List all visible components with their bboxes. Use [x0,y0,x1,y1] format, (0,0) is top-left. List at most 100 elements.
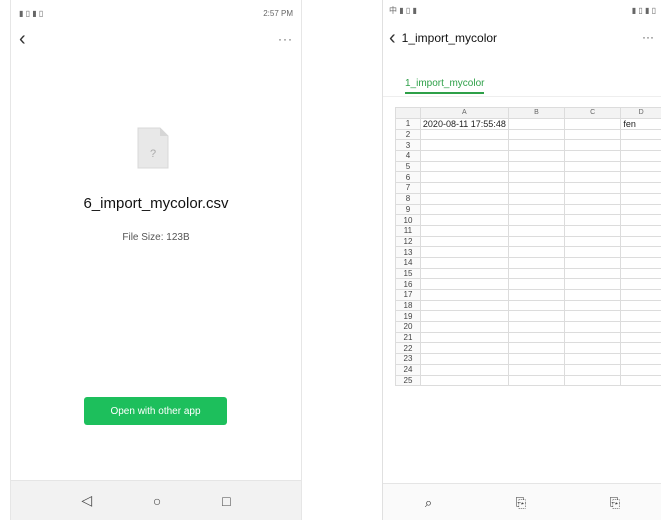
cell-a[interactable] [419,128,509,141]
cell-d[interactable] [620,139,661,152]
cell-c[interactable] [564,214,622,226]
cell-a[interactable] [419,224,509,237]
cell-d[interactable] [620,235,661,248]
row-number-cell[interactable]: 9 [395,203,421,216]
cell-a[interactable] [419,363,509,376]
cell-a[interactable] [419,203,509,216]
cell-a[interactable] [419,235,509,248]
row-number-cell[interactable]: 5 [395,160,421,173]
cell-d[interactable] [620,363,661,376]
cell-a[interactable] [419,267,509,280]
column-header-b[interactable]: B [507,107,566,119]
cell-d[interactable] [620,224,661,237]
cell-d[interactable] [620,374,661,387]
cell-c[interactable] [564,139,622,152]
cell-c[interactable] [564,289,622,301]
cell-c[interactable] [564,278,622,290]
cell-b[interactable] [507,150,566,162]
cell-b[interactable] [507,289,566,301]
row-number-cell[interactable]: 13 [395,246,421,258]
nav-home-icon[interactable]: ○ [153,493,161,509]
cell-b[interactable] [507,299,566,312]
cell-d[interactable] [620,278,661,290]
cell-b[interactable] [507,321,566,333]
cell-d[interactable] [620,267,661,280]
cell-a[interactable] [419,289,509,301]
corner-cell[interactable] [395,107,421,119]
row-number-cell[interactable]: 1 [395,117,421,130]
row-number-cell[interactable]: 11 [395,224,421,237]
cell-d[interactable] [620,214,661,226]
nav-recent-icon[interactable]: □ [222,493,230,509]
cell-a[interactable] [419,192,509,205]
cell-c[interactable] [564,321,622,333]
cell-c[interactable] [564,267,622,280]
cell-c[interactable] [564,171,622,184]
row-number-cell[interactable]: 23 [395,353,421,365]
cell-d[interactable] [620,353,661,365]
cell-b[interactable] [507,160,566,173]
row-number-cell[interactable]: 24 [395,363,421,376]
cell-a[interactable] [419,139,509,152]
cell-d[interactable] [620,299,661,312]
cell-d[interactable] [620,246,661,258]
nav-back-icon[interactable]: ◁ [81,492,92,509]
column-header-c[interactable]: C [564,107,622,119]
cell-a[interactable] [419,310,509,323]
cell-d[interactable] [620,182,661,194]
cell-c[interactable] [564,299,622,312]
cell-d[interactable] [620,289,661,301]
cell-d[interactable] [620,203,661,216]
cell-c[interactable] [564,310,622,323]
row-number-cell[interactable]: 21 [395,331,421,344]
cell-a[interactable] [419,278,509,290]
export-pdf-button[interactable]: ⎘ [610,496,620,509]
row-number-cell[interactable]: 4 [395,150,421,162]
cell-b[interactable] [507,363,566,376]
cell-c[interactable] [564,150,622,162]
cell-b[interactable] [507,256,566,269]
cell-c[interactable] [564,203,622,216]
cell-b[interactable] [507,182,566,194]
row-number-cell[interactable]: 19 [395,310,421,323]
cell-c[interactable] [564,128,622,141]
cell-c[interactable] [564,235,622,248]
cell-d[interactable] [620,310,661,323]
cell-d[interactable]: fen [620,117,661,130]
row-number-cell[interactable]: 20 [395,321,421,333]
cell-a[interactable]: 2020-08-11 17:55:48 [419,117,509,130]
row-number-cell[interactable]: 12 [395,235,421,248]
cell-b[interactable] [507,214,566,226]
cell-b[interactable] [507,353,566,365]
cell-a[interactable] [419,246,509,258]
cell-b[interactable] [507,278,566,290]
row-number-cell[interactable]: 22 [395,342,421,355]
cell-d[interactable] [620,192,661,205]
cell-c[interactable] [564,224,622,237]
cell-c[interactable] [564,246,622,258]
cell-b[interactable] [507,224,566,237]
cell-c[interactable] [564,182,622,194]
column-header-a[interactable]: A [419,107,509,119]
row-number-cell[interactable]: 14 [395,256,421,269]
cell-d[interactable] [620,342,661,355]
cell-a[interactable] [419,150,509,162]
cell-b[interactable] [507,331,566,344]
back-icon[interactable]: ‹ [389,27,396,50]
cell-d[interactable] [620,150,661,162]
cell-b[interactable] [507,246,566,258]
cell-d[interactable] [620,256,661,269]
cell-a[interactable] [419,256,509,269]
cell-c[interactable] [564,256,622,269]
cell-c[interactable] [564,363,622,376]
row-number-cell[interactable]: 25 [395,374,421,387]
cell-c[interactable] [564,374,622,387]
cell-a[interactable] [419,331,509,344]
cell-a[interactable] [419,321,509,333]
cell-a[interactable] [419,182,509,194]
cell-a[interactable] [419,214,509,226]
cell-b[interactable] [507,342,566,355]
row-number-cell[interactable]: 3 [395,139,421,152]
row-number-cell[interactable]: 10 [395,214,421,226]
cell-d[interactable] [620,171,661,184]
